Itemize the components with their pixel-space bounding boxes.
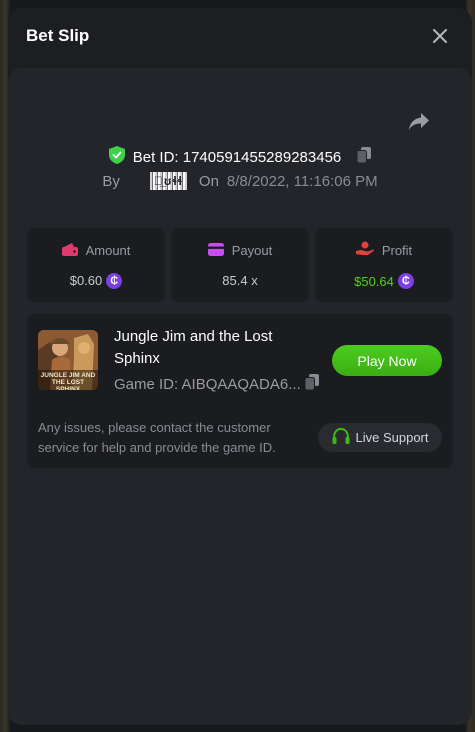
live-support-label: Live Support	[355, 430, 429, 445]
profit-header: Profit	[355, 241, 413, 259]
payout-label: Payout	[231, 243, 273, 258]
game-card: JUNGLE JIM AND THE LOST SPHINX Jungle Ji…	[27, 314, 453, 468]
close-icon[interactable]	[430, 26, 450, 46]
game-id-row: Game ID: AIBQAAQADA6...	[114, 374, 319, 394]
profit-value: $50.64	[354, 273, 394, 289]
modal-title: Bet Slip	[26, 26, 90, 45]
bet-date: 8/8/2022, 11:16:06 PM	[226, 172, 378, 190]
game-thumbnail[interactable]: JUNGLE JIM AND THE LOST SPHINX	[38, 330, 98, 390]
bet-id: Bet ID: 1740591455289283456	[132, 148, 342, 166]
share-icon[interactable]	[408, 112, 432, 136]
bet-id-row: Bet ID: 1740591455289283456	[8, 146, 472, 168]
user-name[interactable]: Ⓜ̲ʊɬɬ	[149, 172, 187, 190]
verified-shield-icon	[108, 146, 125, 168]
amount-header: Amount	[61, 242, 131, 259]
payout-card: Payout 85.4 x	[171, 228, 309, 302]
bet-stats: Amount $0.60 ₵ Payout 85.4 x Profit $50.…	[27, 228, 453, 302]
amount-value-row: $0.60 ₵	[69, 272, 123, 289]
play-now-button[interactable]: Play Now	[332, 345, 442, 376]
payout-value-row: 85.4 x	[222, 273, 257, 288]
profit-label: Profit	[381, 242, 413, 258]
amount-value: $0.60	[69, 273, 103, 288]
coin-icon: ₵	[106, 272, 123, 289]
support-notice: Any issues, please contact the customer …	[38, 420, 276, 455]
profit-card: Profit $50.64 ₵	[315, 228, 453, 302]
game-thumbnail-caption: JUNGLE JIM AND THE LOST SPHINX	[40, 372, 96, 390]
amount-label: Amount	[85, 242, 131, 258]
live-support-button[interactable]: Live Support	[318, 423, 442, 452]
copy-icon[interactable]	[356, 147, 372, 167]
coin-icon: ₵	[397, 273, 414, 289]
modal-header: Bet Slip	[8, 8, 472, 64]
card-icon	[207, 242, 224, 259]
on-label: On	[198, 172, 219, 190]
bet-owner-row: By Ⓜ̲ʊɬɬ On 8/8/2022, 11:16:06 PM	[8, 172, 472, 190]
payout-header: Payout	[207, 242, 273, 259]
copy-icon[interactable]	[304, 374, 319, 394]
bet-slip-modal: Bet Slip Bet ID: 1740591455289283456 By …	[8, 8, 472, 725]
profit-value-row: $50.64 ₵	[354, 273, 414, 289]
wallet-icon	[61, 242, 78, 259]
payout-value: 85.4 x	[222, 272, 258, 288]
headset-icon	[332, 427, 350, 448]
amount-card: Amount $0.60 ₵	[27, 228, 165, 302]
hand-coin-icon	[355, 241, 374, 259]
bet-slip-content: Bet ID: 1740591455289283456 By Ⓜ̲ʊɬɬ On …	[8, 68, 472, 725]
by-label: By	[102, 172, 120, 190]
game-title[interactable]: Jungle Jim and the Lost Sphinx	[114, 326, 314, 370]
game-id: Game ID: AIBQAAQADA6...	[114, 375, 301, 393]
